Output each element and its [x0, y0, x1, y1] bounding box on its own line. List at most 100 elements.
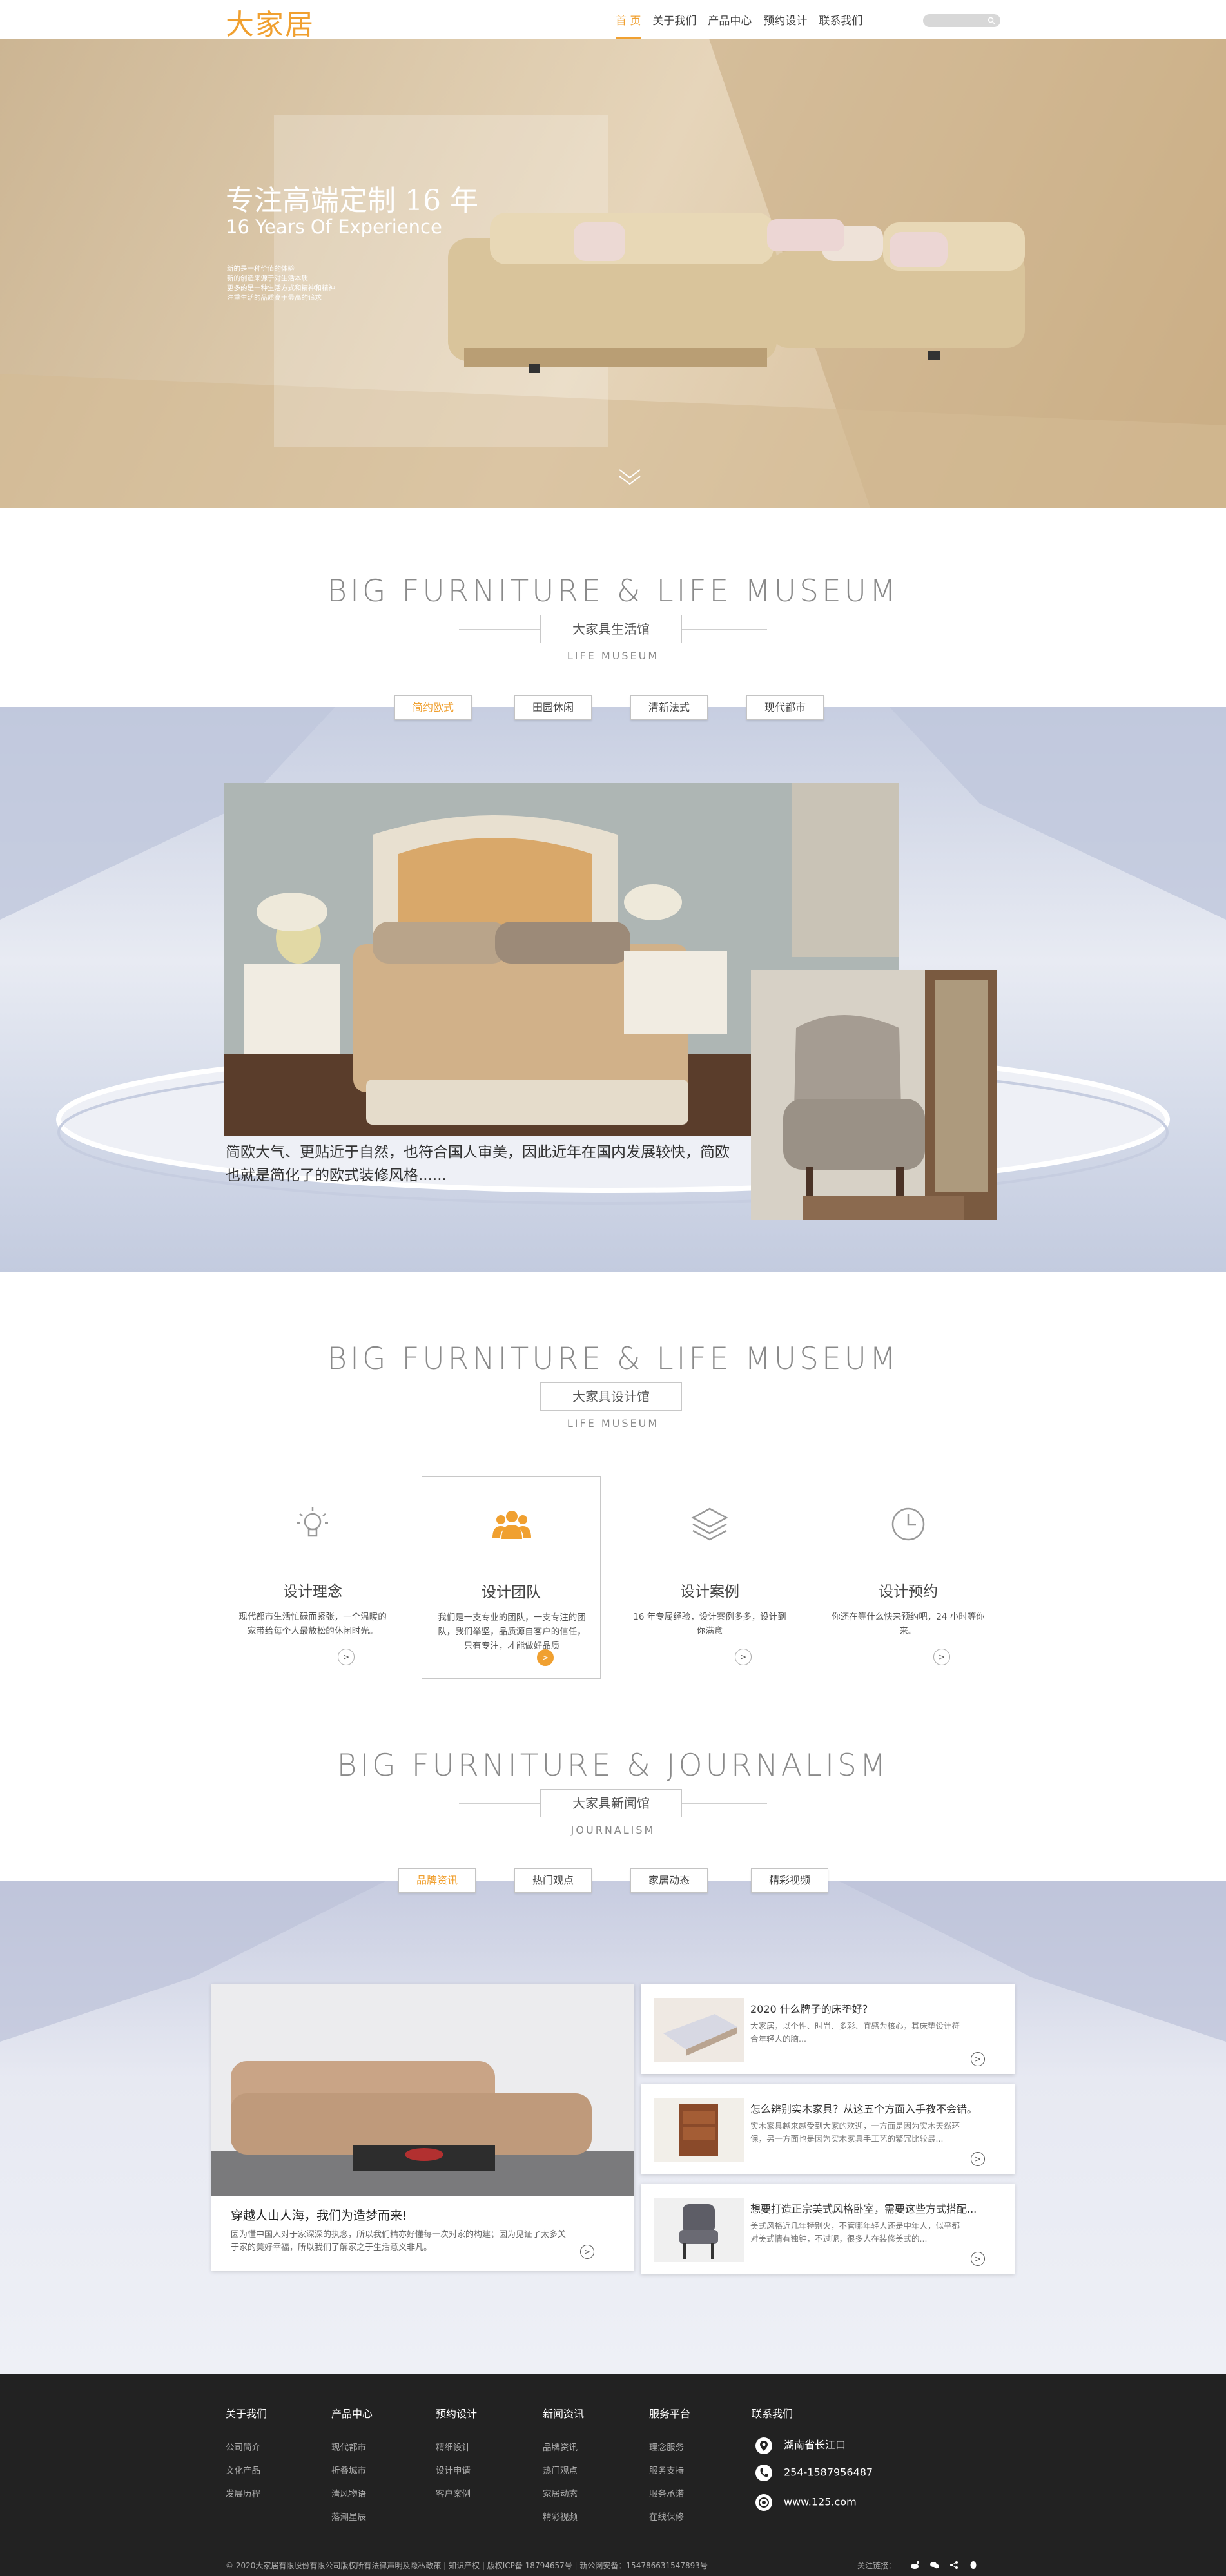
- nav-contact[interactable]: 联系我们: [819, 0, 862, 39]
- living-room-illustration: [211, 1984, 634, 2196]
- footer-link[interactable]: 客户案例: [436, 2486, 471, 2499]
- wechat-icon[interactable]: [929, 2560, 940, 2570]
- cabinet-thumbnail: [654, 2098, 744, 2162]
- service-name: 设计预约: [879, 1583, 938, 1600]
- footer-col-title: 新闻资讯: [543, 2408, 585, 2420]
- news-item[interactable]: 2020 什么牌子的床垫好？ 大家居，以个性、时尚、多彩、宜感为核心，其床垫设计…: [641, 1984, 1015, 2074]
- footer-link[interactable]: 精彩视频: [543, 2510, 578, 2523]
- footer-link[interactable]: 公司简介: [226, 2440, 260, 2453]
- footer-col-title: 联系我们: [752, 2408, 793, 2420]
- service-desc: 现代都市生活忙碌而紧张，一个温暖的家带给每个人最放松的休闲时光。: [238, 1612, 387, 1636]
- news-desc: 实木家具越来越受到大家的欢迎，一方面是因为实木天然环保，另一方面也是因为实木家具…: [750, 2121, 960, 2144]
- footer-link[interactable]: 理念服务: [649, 2440, 684, 2453]
- news-title[interactable]: 想要打造正宗美式风格卧室，需要这些方式搭配...: [750, 2200, 977, 2216]
- footer-link[interactable]: 热门观点: [543, 2463, 578, 2476]
- footer-link[interactable]: 家居动态: [543, 2486, 578, 2499]
- contact-web: www.125.com: [755, 2494, 857, 2511]
- arrow-right-icon[interactable]: >: [971, 2152, 985, 2166]
- nav-design[interactable]: 预约设计: [763, 0, 807, 39]
- footer: 关于我们 公司简介 文化产品 发展历程 产品中心 现代都市 折叠城市 清风物语 …: [0, 2374, 1226, 2576]
- footer-link[interactable]: 文化产品: [226, 2463, 260, 2476]
- news-title[interactable]: 2020 什么牌子的床垫好？: [750, 2000, 873, 2016]
- qq-icon[interactable]: [968, 2560, 978, 2570]
- footer-link[interactable]: 发展历程: [226, 2486, 260, 2499]
- tab-brand-news[interactable]: 品牌资讯: [398, 1868, 476, 1893]
- service-desc: 我们是一支专业的团队，一支专注的团队，我们举坚，品质源自客户的信任，只有专注，才…: [438, 1612, 586, 1651]
- footer-col-title: 服务平台: [649, 2408, 691, 2420]
- logo[interactable]: 大家居: [226, 1, 315, 43]
- footer-link[interactable]: 精细设计: [436, 2440, 471, 2453]
- section-subtitle-en: LIFE MUSEUM: [567, 1417, 659, 1429]
- tab-pastoral[interactable]: 田园休闲: [514, 695, 592, 720]
- arrow-right-icon[interactable]: >: [735, 1649, 752, 1665]
- news-item[interactable]: 想要打造正宗美式风格卧室，需要这些方式搭配... 美式风格近几年特别火，不管哪年…: [641, 2184, 1015, 2274]
- layers-icon: [691, 1507, 728, 1541]
- hero-description: 新的是一种价值的体验 新的创造来源于对生活本质 更多的是一种生活方式和精神和精神…: [227, 264, 375, 303]
- scroll-down-icon[interactable]: [617, 467, 643, 487]
- footer-link[interactable]: 现代都市: [331, 2440, 366, 2453]
- service-card-booking[interactable]: 设计预约 你还在等什么快来预约吧，24 小时等你来。 >: [819, 1476, 998, 1679]
- footer-link[interactable]: 落潮星辰: [331, 2510, 366, 2523]
- hero-title: 专注高端定制 16 年: [226, 184, 478, 217]
- hero-subtitle: 16 Years Of Experience: [226, 216, 442, 238]
- location-icon: [755, 2437, 772, 2454]
- team-icon: [492, 1511, 531, 1539]
- footer-link[interactable]: 设计申请: [436, 2463, 471, 2476]
- tab-hot-views[interactable]: 热门观点: [514, 1868, 592, 1893]
- section-title-en: BIG FURNITURE & LIFE MUSEUM: [327, 574, 899, 609]
- nav-products[interactable]: 产品中心: [708, 0, 752, 39]
- follow-label: 关注链接：: [857, 2561, 897, 2570]
- news-item[interactable]: 怎么辨别实木家具？从这五个方面入手教不会错。 实木家具越来越受到大家的欢迎，一方…: [641, 2084, 1015, 2174]
- hero-desc-line: 新的是一种价值的体验: [227, 265, 295, 273]
- arrow-right-icon[interactable]: >: [537, 1649, 554, 1666]
- nav-about[interactable]: 关于我们: [652, 0, 696, 39]
- lightbulb-icon: [297, 1507, 328, 1537]
- arrow-right-icon[interactable]: >: [338, 1649, 355, 1665]
- featured-news-card[interactable]: 穿越人山人海，我们为造梦而来! 因为懂中国人对于家深深的执念，所以我们精亦好懂每…: [211, 1984, 634, 2271]
- arrow-right-icon[interactable]: >: [580, 2245, 594, 2259]
- arrow-right-icon[interactable]: >: [971, 2052, 985, 2066]
- arrow-right-icon[interactable]: >: [971, 2252, 985, 2266]
- header: 大家居 首 页 关于我们 产品中心 预约设计 联系我们: [0, 0, 1226, 41]
- tab-european[interactable]: 简约欧式: [394, 695, 472, 720]
- contact-address: 湖南省长江口: [755, 2436, 846, 2454]
- footer-col-title: 预约设计: [436, 2408, 478, 2420]
- hero-banner: 专注高端定制 16 年 16 Years Of Experience 新的是一种…: [0, 39, 1226, 508]
- hero-desc-line: 更多的是一种生活方式和精神和精神: [227, 284, 335, 292]
- footer-link[interactable]: 品牌资讯: [543, 2440, 578, 2453]
- section-title-cn: 大家具生活馆: [540, 615, 682, 643]
- weibo-icon[interactable]: [910, 2560, 920, 2570]
- featured-news-desc: 因为懂中国人对于家深深的执念，所以我们精亦好懂每一次对家的构建；因为见证了太多关…: [231, 2230, 567, 2252]
- service-desc: 你还在等什么快来预约吧，24 小时等你来。: [832, 1612, 985, 1636]
- tab-home-news[interactable]: 家居动态: [630, 1868, 708, 1893]
- clock-icon: [891, 1507, 925, 1541]
- web-icon: [755, 2494, 772, 2511]
- service-card-concept[interactable]: 设计理念 现代都市生活忙碌而紧张，一个温暖的家带给每个人最放松的休闲时光。 >: [223, 1476, 402, 1679]
- contact-text: www.125.com: [784, 2495, 857, 2508]
- arrow-right-icon[interactable]: >: [933, 1649, 950, 1665]
- footer-link[interactable]: 折叠城市: [331, 2463, 366, 2476]
- tab-french[interactable]: 清新法式: [630, 695, 708, 720]
- mattress-thumbnail: [654, 1998, 744, 2062]
- featured-news-title[interactable]: 穿越人山人海，我们为造梦而来!: [231, 2206, 407, 2223]
- search-icon[interactable]: [988, 17, 995, 24]
- nav-home[interactable]: 首 页: [616, 0, 641, 39]
- service-card-cases[interactable]: 设计案例 16 年专属经验，设计案例多多，设计到你满意 >: [620, 1476, 799, 1679]
- footer-link[interactable]: 在线保修: [649, 2510, 684, 2523]
- section-subtitle-en: JOURNALISM: [570, 1824, 656, 1836]
- tab-modern[interactable]: 现代都市: [746, 695, 824, 720]
- news-title[interactable]: 怎么辨别实木家具？从这五个方面入手教不会错。: [750, 2100, 977, 2116]
- service-card-team[interactable]: 设计团队 我们是一支专业的团队，一支专注的团队，我们举坚，品质源自客户的信任，只…: [422, 1476, 601, 1679]
- share-icon[interactable]: [949, 2560, 959, 2570]
- armchair-photo: [751, 970, 997, 1220]
- hero-desc-line: 注重生活的品质高于最高的追求: [227, 294, 322, 302]
- tab-videos[interactable]: 精彩视频: [751, 1868, 828, 1893]
- search-input[interactable]: [923, 14, 1000, 27]
- footer-col-title: 产品中心: [331, 2408, 373, 2420]
- footer-link[interactable]: 清风物语: [331, 2486, 366, 2499]
- section-subtitle-en: LIFE MUSEUM: [567, 650, 659, 662]
- footer-link[interactable]: 服务承诺: [649, 2486, 684, 2499]
- footer-col-title: 关于我们: [226, 2408, 268, 2420]
- service-desc: 16 年专属经验，设计案例多多，设计到你满意: [633, 1612, 786, 1636]
- footer-link[interactable]: 服务支持: [649, 2463, 684, 2476]
